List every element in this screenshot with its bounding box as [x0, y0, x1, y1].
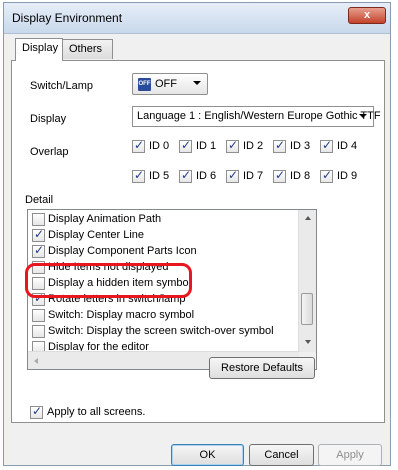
scroll-thumb[interactable]: [301, 293, 313, 325]
scroll-left-icon[interactable]: [34, 358, 38, 364]
checkbox[interactable]: [32, 309, 45, 322]
checkbox[interactable]: [320, 138, 333, 153]
scroll-up-icon[interactable]: [305, 216, 311, 220]
switch-lamp-value: OFF: [155, 78, 177, 90]
cancel-button[interactable]: Cancel: [249, 444, 314, 466]
checkbox[interactable]: [132, 168, 145, 183]
checkbox[interactable]: [273, 138, 286, 153]
checkbox[interactable]: [179, 168, 192, 183]
title-bar[interactable]: Display Environment x: [4, 3, 390, 34]
display-dropdown[interactable]: Language 1 : English/Western Europe Goth…: [132, 106, 381, 127]
tab-others[interactable]: Others: [62, 39, 113, 59]
overlap-label: Overlap: [30, 146, 69, 158]
chevron-down-icon: [193, 81, 201, 85]
checkbox[interactable]: [132, 138, 145, 153]
chevron-down-icon: [359, 114, 367, 118]
vertical-scrollbar[interactable]: [298, 210, 316, 352]
checkbox[interactable]: [32, 325, 45, 338]
window-title: Display Environment: [12, 11, 123, 25]
scroll-down-icon[interactable]: [305, 340, 311, 344]
dialog-window: Display Environment x Display Others Swi…: [3, 2, 391, 466]
detail-label: Detail: [25, 194, 54, 206]
display-label: Display: [30, 113, 67, 125]
restore-defaults-button[interactable]: Restore Defaults: [209, 357, 315, 379]
checkbox[interactable]: [32, 243, 45, 258]
ok-button[interactable]: OK: [171, 444, 244, 466]
checkbox[interactable]: [30, 404, 43, 419]
checkbox[interactable]: [226, 138, 239, 153]
checkbox[interactable]: [179, 138, 192, 153]
apply-button[interactable]: Apply: [318, 444, 382, 466]
switch-lamp-label: Switch/Lamp: [30, 80, 93, 92]
tab-display[interactable]: Display: [15, 38, 63, 61]
checkbox[interactable]: [226, 168, 239, 183]
off-switch-icon: OFF: [138, 78, 151, 91]
checkbox[interactable]: [320, 168, 333, 183]
checkbox[interactable]: [32, 213, 45, 226]
display-value: Language 1 : English/Western Europe Goth…: [137, 110, 381, 122]
close-button[interactable]: x: [348, 7, 386, 24]
checkbox[interactable]: [32, 227, 45, 242]
switch-lamp-dropdown[interactable]: OFF OFF: [132, 73, 208, 95]
highlight-annotation: [25, 263, 192, 298]
checkbox[interactable]: [273, 168, 286, 183]
